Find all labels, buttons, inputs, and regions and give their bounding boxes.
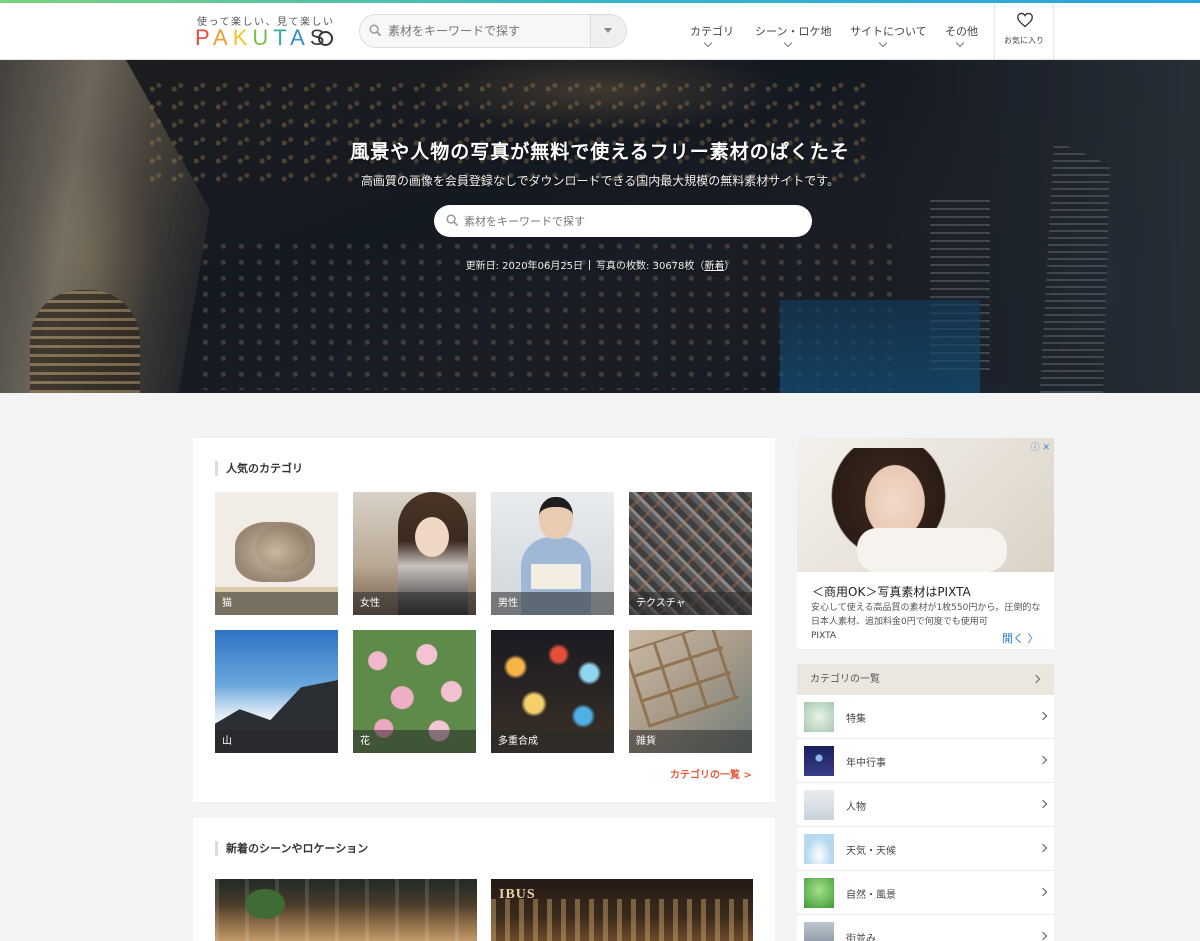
chevron-right-icon <box>1038 887 1048 897</box>
category-list-label: 自然・風景 <box>846 890 896 901</box>
hero-banner: 風景や人物の写真が無料で使えるフリー素材のぱくたそ 高画質の画像を会員登録なしで… <box>0 60 1200 393</box>
chevron-down-icon <box>878 38 888 48</box>
search-icon <box>369 24 382 37</box>
category-list-label: 天気・天候 <box>846 846 896 857</box>
category-icon <box>804 702 834 732</box>
caret-down-icon <box>604 28 612 33</box>
chevron-right-icon <box>1038 799 1048 809</box>
ad-source: PIXTA <box>811 631 837 641</box>
heart-icon <box>1017 12 1033 28</box>
nav-item-about[interactable]: サイトについて <box>850 23 927 39</box>
header-search-input[interactable] <box>388 15 588 47</box>
bar-sign: IBUS <box>499 887 536 902</box>
category-list-item[interactable]: 特集 <box>797 695 1054 739</box>
hero-search-box <box>434 205 812 237</box>
category-label: 猫 <box>215 592 338 615</box>
category-icon <box>804 878 834 908</box>
new-scenes-card: 新着のシーンやロケーション IBUS <box>193 818 775 941</box>
category-list-item[interactable]: 年中行事 <box>797 739 1054 783</box>
category-list-label: 特集 <box>846 714 866 725</box>
logo-ring-icon <box>318 31 333 46</box>
category-list-label: 年中行事 <box>846 758 886 769</box>
sidebar-ad[interactable]: ⓘ ✕ ＜商用OK＞写真素材はPIXTA 安心して使える高品質の素材が1枚550… <box>797 438 1054 649</box>
category-label: 多重合成 <box>491 730 614 753</box>
category-list-item[interactable]: 人物 <box>797 783 1054 827</box>
popular-categories-card: 人気のカテゴリ 猫 女性 男性 テクスチャ 山 花 多重合成 雑貨 カテゴリの一… <box>193 438 775 802</box>
ad-choices-icon[interactable]: ⓘ ✕ <box>1031 440 1050 453</box>
category-label: 花 <box>353 730 476 753</box>
hero-title: 風景や人物の写真が無料で使えるフリー素材のぱくたそ <box>350 141 850 163</box>
category-icon <box>804 790 834 820</box>
category-label: 雑貨 <box>629 730 752 753</box>
chevron-right-icon <box>1038 755 1048 765</box>
category-label: 女性 <box>353 592 476 615</box>
photo-count: 写真の枚数: 30678枚（ <box>596 261 705 272</box>
ad-open-button[interactable]: 開く 〉 <box>1002 630 1039 646</box>
category-thumb-flower[interactable]: 花 <box>353 630 476 753</box>
ad-photo <box>797 438 1054 572</box>
chevron-down-icon <box>955 38 965 48</box>
category-list-item[interactable]: 天気・天候 <box>797 827 1054 871</box>
scene-thumb-bar[interactable]: IBUS <box>491 879 753 941</box>
category-label: 男性 <box>491 592 614 615</box>
chevron-down-icon <box>783 38 793 48</box>
category-icon <box>804 834 834 864</box>
category-list-label: 人物 <box>846 802 866 813</box>
section-title: 新着のシーンやロケーション <box>215 841 368 856</box>
category-list-link[interactable]: カテゴリの一覧 > <box>670 766 752 781</box>
updated-date: 更新日: 2020年06月25日 <box>465 261 584 272</box>
category-list-item[interactable]: 自然・風景 <box>797 871 1054 915</box>
chevron-down-icon <box>703 38 713 48</box>
search-dropdown-button[interactable] <box>590 15 626 47</box>
hero-subtitle: 高画質の画像を会員登録なしでダウンロードできる国内最大規模の無料素材サイトです。 <box>360 174 840 188</box>
chevron-right-icon <box>1031 674 1041 684</box>
category-thumb-multiple-exposure[interactable]: 多重合成 <box>491 630 614 753</box>
chevron-right-icon: 〉 <box>1027 632 1039 645</box>
divider <box>589 260 591 270</box>
section-title: 人気のカテゴリ <box>215 461 303 476</box>
site-logo[interactable]: 使って楽しい、見て楽しい PAKUTAS <box>195 11 345 53</box>
nav-item-category[interactable]: カテゴリ <box>690 23 734 39</box>
logo-wordmark: PAKUTAS <box>195 25 330 50</box>
nav-item-other[interactable]: その他 <box>945 23 978 39</box>
category-thumb-man[interactable]: 男性 <box>491 492 614 615</box>
category-thumb-cat[interactable]: 猫 <box>215 492 338 615</box>
chevron-right-icon <box>1038 931 1048 941</box>
site-stats: 更新日: 2020年06月25日 写真の枚数: 30678枚（新着） <box>0 257 1200 272</box>
favorites-label: お気に入り <box>1004 36 1044 45</box>
chevron-right-icon <box>1038 843 1048 853</box>
category-list-label: 街並み <box>846 934 876 941</box>
category-icon <box>804 746 834 776</box>
site-header: 使って楽しい、見て楽しい PAKUTAS カテゴリ シーン・ロケ地 サイトについ… <box>0 3 1200 60</box>
category-list-header[interactable]: カテゴリの一覧 <box>797 664 1054 695</box>
category-thumb-woman[interactable]: 女性 <box>353 492 476 615</box>
category-list-panel: カテゴリの一覧 特集 年中行事 人物 天気・天候 自然・風景 街並み <box>797 664 1054 941</box>
nav-item-scene[interactable]: シーン・ロケ地 <box>755 23 831 39</box>
category-label: 山 <box>215 730 338 753</box>
ad-description: 安心して使える高品質の素材が1枚550円から。圧倒的な日本人素材、追加料金0円で… <box>811 603 1041 627</box>
category-label: テクスチャ <box>629 592 752 615</box>
new-photos-link[interactable]: 新着 <box>704 261 724 272</box>
ad-title: ＜商用OK＞写真素材はPIXTA <box>812 585 971 599</box>
category-thumb-goods[interactable]: 雑貨 <box>629 630 752 753</box>
category-icon <box>804 922 834 941</box>
favorites-button[interactable]: お気に入り <box>994 3 1054 60</box>
search-icon <box>446 214 459 227</box>
header-search-box <box>359 14 627 48</box>
scene-thumb-cafe[interactable] <box>215 879 477 941</box>
category-thumb-texture[interactable]: テクスチャ <box>629 492 752 615</box>
chevron-right-icon <box>1038 711 1048 721</box>
hero-search-input[interactable] <box>464 205 794 237</box>
close-paren: ） <box>724 261 735 272</box>
category-list-item[interactable]: 街並み <box>797 915 1054 941</box>
category-thumb-mountain[interactable]: 山 <box>215 630 338 753</box>
